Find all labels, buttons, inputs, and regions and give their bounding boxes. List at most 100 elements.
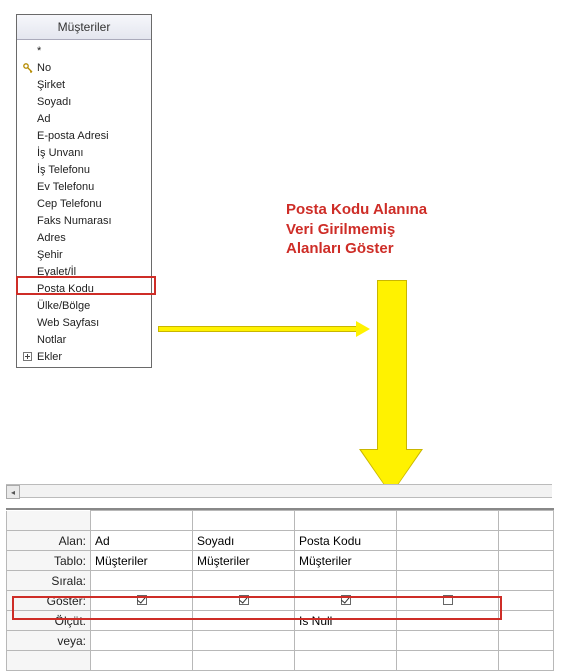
field-row[interactable]: Cep Telefonu — [17, 195, 151, 212]
field-label: Cep Telefonu — [37, 198, 149, 210]
annotation-text: Posta Kodu Alanına Veri Girilmemiş Alanl… — [286, 200, 427, 259]
annotation-line: Posta Kodu Alanına — [286, 200, 427, 220]
field-row[interactable]: Web Sayfası — [17, 314, 151, 331]
field-row[interactable]: Posta Kodu — [17, 280, 151, 297]
field-label: Ekler — [37, 351, 149, 363]
cell-tablo-extra[interactable] — [499, 551, 554, 571]
checkbox-icon[interactable] — [137, 595, 147, 605]
cell-olcut-0[interactable] — [91, 611, 193, 631]
row-olcut[interactable]: Ölçüt: Is Null — [7, 611, 554, 631]
row-veya[interactable]: veya: — [7, 631, 554, 651]
field-label: Şirket — [37, 79, 149, 91]
row-tablo[interactable]: Tablo: Müşteriler Müşteriler Müşteriler — [7, 551, 554, 571]
field-label: İş Telefonu — [37, 164, 149, 176]
cell-veya-2[interactable] — [295, 631, 397, 651]
cell-tablo-2[interactable]: Müşteriler — [295, 551, 397, 571]
cell-goster-1[interactable] — [193, 591, 295, 611]
checkbox-icon[interactable] — [341, 595, 351, 605]
field-row[interactable]: Adres — [17, 229, 151, 246]
cell-veya-extra[interactable] — [499, 631, 554, 651]
cell-goster-0[interactable] — [91, 591, 193, 611]
cell-goster-2[interactable] — [295, 591, 397, 611]
row-alan[interactable]: Alan: Ad Soyadı Posta Kodu — [7, 531, 554, 551]
field-row[interactable]: Şirket — [17, 76, 151, 93]
field-label: Ülke/Bölge — [37, 300, 149, 312]
field-label: Eyalet/İl — [37, 266, 149, 278]
field-row[interactable]: E-posta Adresi — [17, 127, 151, 144]
cell-alan-1[interactable]: Soyadı — [193, 531, 295, 551]
primary-key-icon — [23, 63, 37, 73]
field-label: Ad — [37, 113, 149, 125]
row-sirala[interactable]: Sırala: — [7, 571, 554, 591]
cell-tablo-0[interactable]: Müşteriler — [91, 551, 193, 571]
field-row[interactable]: Faks Numarası — [17, 212, 151, 229]
cell-alan-extra[interactable] — [499, 531, 554, 551]
rowlabel-goster: Göster: — [7, 591, 91, 611]
field-row[interactable]: İş Unvanı — [17, 144, 151, 161]
field-row[interactable]: No — [17, 59, 151, 76]
field-label: * — [37, 45, 149, 57]
expand-icon[interactable] — [23, 352, 37, 361]
cell-alan-2[interactable]: Posta Kodu — [295, 531, 397, 551]
row-goster[interactable]: Göster: — [7, 591, 554, 611]
field-row[interactable]: Ekler — [17, 348, 151, 365]
rowlabel-olcut: Ölçüt: — [7, 611, 91, 631]
scroll-left-button[interactable]: ◂ — [6, 485, 20, 499]
rowlabel-tablo: Tablo: — [7, 551, 91, 571]
rowlabel-alan: Alan: — [7, 531, 91, 551]
field-label: No — [37, 62, 149, 74]
column-selector-row[interactable] — [7, 511, 554, 531]
horizontal-scrollbar[interactable]: ◂ — [6, 484, 552, 498]
field-list-panel[interactable]: Müşteriler * No Şirket Soyadı Ad E-posta Adre… — [16, 14, 152, 368]
field-label: Ev Telefonu — [37, 181, 149, 193]
rowlabel-veya: veya: — [7, 631, 91, 651]
checkbox-icon[interactable] — [239, 595, 249, 605]
rowlabel-extra — [7, 651, 91, 671]
field-row[interactable]: Soyadı — [17, 93, 151, 110]
query-design-grid[interactable]: Alan: Ad Soyadı Posta Kodu Tablo: Müşter… — [6, 508, 554, 671]
cell-veya-3[interactable] — [397, 631, 499, 651]
qbe-table[interactable]: Alan: Ad Soyadı Posta Kodu Tablo: Müşter… — [6, 510, 554, 671]
cell-tablo-3[interactable] — [397, 551, 499, 571]
cell-sirala-3[interactable] — [397, 571, 499, 591]
field-label: Notlar — [37, 334, 149, 346]
cell-olcut-3[interactable] — [397, 611, 499, 631]
field-row[interactable]: İş Telefonu — [17, 161, 151, 178]
cell-olcut-2[interactable]: Is Null — [295, 611, 397, 631]
field-row[interactable]: Eyalet/İl — [17, 263, 151, 280]
field-label: Faks Numarası — [37, 215, 149, 227]
annotation-line: Veri Girilmemiş — [286, 220, 427, 240]
cell-alan-3[interactable] — [397, 531, 499, 551]
field-list-body: * No Şirket Soyadı Ad E-posta Adresi İş Unvanı… — [17, 40, 151, 367]
field-row[interactable]: * — [17, 42, 151, 59]
field-list-title: Müşteriler — [17, 15, 151, 40]
cell-sirala-2[interactable] — [295, 571, 397, 591]
cell-goster-extra[interactable] — [499, 591, 554, 611]
row-extra[interactable] — [7, 651, 554, 671]
field-label: İş Unvanı — [37, 147, 149, 159]
cell-goster-3[interactable] — [397, 591, 499, 611]
cell-sirala-0[interactable] — [91, 571, 193, 591]
field-label: Soyadı — [37, 96, 149, 108]
cell-sirala-extra[interactable] — [499, 571, 554, 591]
field-label: Web Sayfası — [37, 317, 149, 329]
field-label: Adres — [37, 232, 149, 244]
rowlabel-sirala: Sırala: — [7, 571, 91, 591]
cell-sirala-1[interactable] — [193, 571, 295, 591]
field-label: E-posta Adresi — [37, 130, 149, 142]
field-row[interactable]: Şehir — [17, 246, 151, 263]
cell-tablo-1[interactable]: Müşteriler — [193, 551, 295, 571]
field-row[interactable]: Ad — [17, 110, 151, 127]
annotation-line: Alanları Göster — [286, 239, 427, 259]
cell-alan-0[interactable]: Ad — [91, 531, 193, 551]
cell-olcut-1[interactable] — [193, 611, 295, 631]
field-row[interactable]: Notlar — [17, 331, 151, 348]
cell-olcut-extra[interactable] — [499, 611, 554, 631]
field-row[interactable]: Ülke/Bölge — [17, 297, 151, 314]
field-label: Şehir — [37, 249, 149, 261]
field-row[interactable]: Ev Telefonu — [17, 178, 151, 195]
cell-veya-1[interactable] — [193, 631, 295, 651]
arrow-horizontal — [158, 323, 370, 335]
cell-veya-0[interactable] — [91, 631, 193, 651]
checkbox-icon[interactable] — [443, 595, 453, 605]
